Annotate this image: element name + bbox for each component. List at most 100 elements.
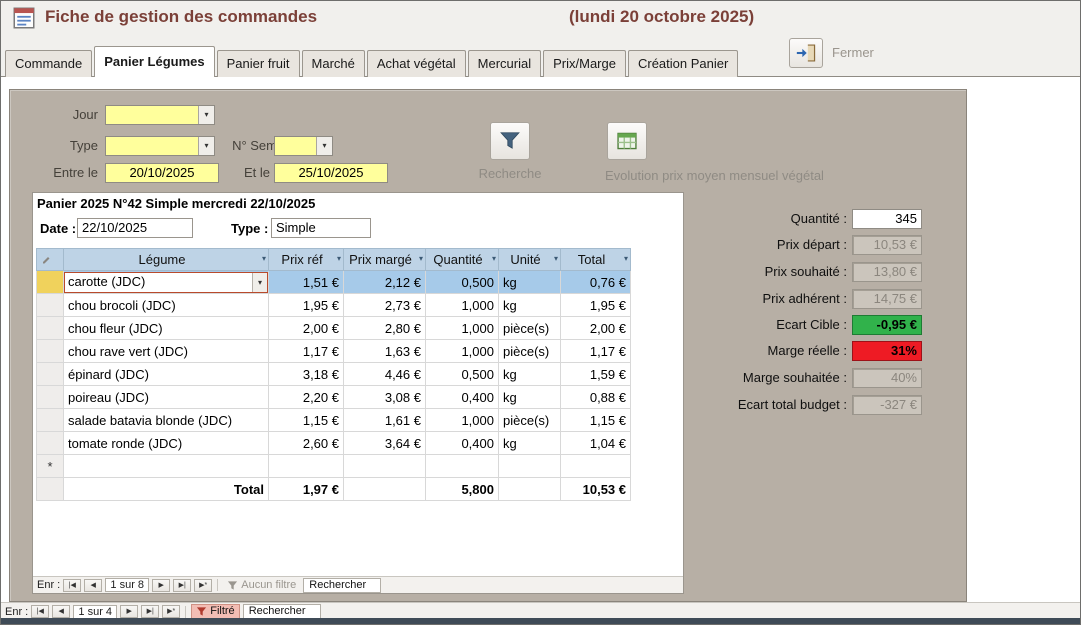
chevron-down-icon[interactable]: ▾ (419, 254, 423, 263)
type-input[interactable]: Simple (271, 218, 371, 238)
cell-total[interactable]: 1,15 € (561, 409, 631, 432)
cell-total[interactable]: 1,59 € (561, 363, 631, 386)
chevron-down-icon[interactable]: ▾ (624, 254, 628, 263)
empty-cell[interactable] (426, 455, 499, 478)
row-selector[interactable] (37, 363, 64, 386)
row-selector-current[interactable] (37, 271, 64, 294)
cell-quantite[interactable]: 0,400 (426, 386, 499, 409)
cell-prix-ref[interactable]: 1,15 € (269, 409, 344, 432)
chevron-down-icon[interactable]: ▾ (198, 106, 214, 124)
filter-state-button[interactable]: Aucun filtre (223, 579, 300, 591)
cell-total[interactable]: 1,17 € (561, 340, 631, 363)
date-input[interactable]: 22/10/2025 (77, 218, 193, 238)
cell-total[interactable]: 0,76 € (561, 271, 631, 294)
cell-prix-ref[interactable]: 2,60 € (269, 432, 344, 455)
previous-record-button[interactable]: ◀ (52, 605, 70, 618)
evolution-button[interactable] (607, 122, 647, 160)
chevron-down-icon[interactable]: ▾ (554, 254, 558, 263)
cell-prix-ref[interactable]: 2,00 € (269, 317, 344, 340)
legume-combo[interactable]: carotte (JDC) ▾ (64, 272, 268, 293)
tab-commande[interactable]: Commande (5, 50, 92, 77)
search-box[interactable]: Rechercher (303, 578, 381, 593)
cell-quantite[interactable]: 1,000 (426, 340, 499, 363)
legume-cell[interactable]: carotte (JDC) ▾ (64, 271, 269, 294)
previous-record-button[interactable]: ◀ (84, 579, 102, 592)
cell-prix-ref[interactable]: 3,18 € (269, 363, 344, 386)
empty-cell[interactable] (269, 455, 344, 478)
col-header-prix-ref[interactable]: Prix réf▾ (269, 249, 344, 271)
search-box[interactable]: Rechercher (243, 604, 321, 619)
tab-mercurial[interactable]: Mercurial (468, 50, 541, 77)
cell-prix-marge[interactable]: 2,80 € (344, 317, 426, 340)
col-header-unite[interactable]: Unité▾ (499, 249, 561, 271)
chevron-down-icon[interactable]: ▾ (316, 137, 332, 155)
col-header-total[interactable]: Total▾ (561, 249, 631, 271)
row-selector[interactable] (37, 340, 64, 363)
cell-prix-marge[interactable]: 4,46 € (344, 363, 426, 386)
row-selector[interactable] (37, 317, 64, 340)
cell-prix-marge[interactable]: 2,12 € (344, 271, 426, 294)
cell-total[interactable]: 0,88 € (561, 386, 631, 409)
tab-creation-panier[interactable]: Création Panier (628, 50, 738, 77)
cell-legume[interactable]: salade batavia blonde (JDC) (64, 409, 269, 432)
cell-prix-ref[interactable]: 1,51 € (269, 271, 344, 294)
record-position[interactable]: 1 sur 4 (73, 605, 117, 619)
row-selector[interactable] (37, 294, 64, 317)
et-le-input[interactable]: 25/10/2025 (274, 163, 388, 183)
tab-achat-vegetal[interactable]: Achat végétal (367, 50, 466, 77)
cell-total[interactable]: 1,04 € (561, 432, 631, 455)
next-record-button[interactable]: ▶ (152, 579, 170, 592)
cell-total[interactable]: 2,00 € (561, 317, 631, 340)
cell-unite[interactable]: kg (499, 386, 561, 409)
recherche-button[interactable] (490, 122, 530, 160)
new-record-button[interactable]: ▶* (162, 605, 180, 618)
new-record-button[interactable]: ▶* (194, 579, 212, 592)
cell-quantite[interactable]: 0,500 (426, 271, 499, 294)
col-header-legume[interactable]: Légume▾ (64, 249, 269, 271)
empty-cell[interactable] (561, 455, 631, 478)
jour-combo[interactable]: ▾ (105, 105, 215, 125)
first-record-button[interactable]: |◀ (31, 605, 49, 618)
num-sem-combo[interactable]: ▾ (274, 136, 333, 156)
chevron-down-icon[interactable]: ▾ (492, 254, 496, 263)
row-selector[interactable] (37, 409, 64, 432)
cell-unite[interactable]: pièce(s) (499, 409, 561, 432)
cell-unite[interactable]: kg (499, 432, 561, 455)
cell-prix-marge[interactable]: 1,61 € (344, 409, 426, 432)
cell-unite[interactable]: kg (499, 363, 561, 386)
row-selector[interactable] (37, 386, 64, 409)
filter-state-button[interactable]: Filtré (191, 604, 239, 619)
chevron-down-icon[interactable]: ▾ (337, 254, 341, 263)
last-record-button[interactable]: ▶| (141, 605, 159, 618)
cell-quantite[interactable]: 1,000 (426, 317, 499, 340)
cell-legume[interactable]: chou rave vert (JDC) (64, 340, 269, 363)
cell-unite[interactable]: pièce(s) (499, 317, 561, 340)
last-record-button[interactable]: ▶| (173, 579, 191, 592)
col-header-prix-marge[interactable]: Prix margé▾ (344, 249, 426, 271)
cell-quantite[interactable]: 1,000 (426, 294, 499, 317)
new-record-selector[interactable]: * (37, 455, 64, 478)
fermer-button[interactable] (789, 38, 823, 68)
empty-cell[interactable] (499, 455, 561, 478)
record-position[interactable]: 1 sur 8 (105, 578, 149, 592)
chevron-down-icon[interactable]: ▾ (262, 254, 266, 263)
empty-cell[interactable] (64, 455, 269, 478)
select-all-corner[interactable] (37, 249, 64, 271)
cell-unite[interactable]: kg (499, 271, 561, 294)
cell-legume[interactable]: chou brocoli (JDC) (64, 294, 269, 317)
cell-legume[interactable]: tomate ronde (JDC) (64, 432, 269, 455)
cell-prix-ref[interactable]: 2,20 € (269, 386, 344, 409)
tab-marche[interactable]: Marché (302, 50, 365, 77)
cell-quantite[interactable]: 0,400 (426, 432, 499, 455)
cell-prix-marge[interactable]: 2,73 € (344, 294, 426, 317)
chevron-down-icon[interactable]: ▾ (198, 137, 214, 155)
cell-legume[interactable]: poireau (JDC) (64, 386, 269, 409)
type-combo[interactable]: ▾ (105, 136, 215, 156)
cell-legume[interactable]: chou fleur (JDC) (64, 317, 269, 340)
cell-unite[interactable]: pièce(s) (499, 340, 561, 363)
next-record-button[interactable]: ▶ (120, 605, 138, 618)
tab-panier-fruit[interactable]: Panier fruit (217, 50, 300, 77)
cell-total[interactable]: 1,95 € (561, 294, 631, 317)
tab-prix-marge[interactable]: Prix/Marge (543, 50, 626, 77)
cell-legume[interactable]: épinard (JDC) (64, 363, 269, 386)
